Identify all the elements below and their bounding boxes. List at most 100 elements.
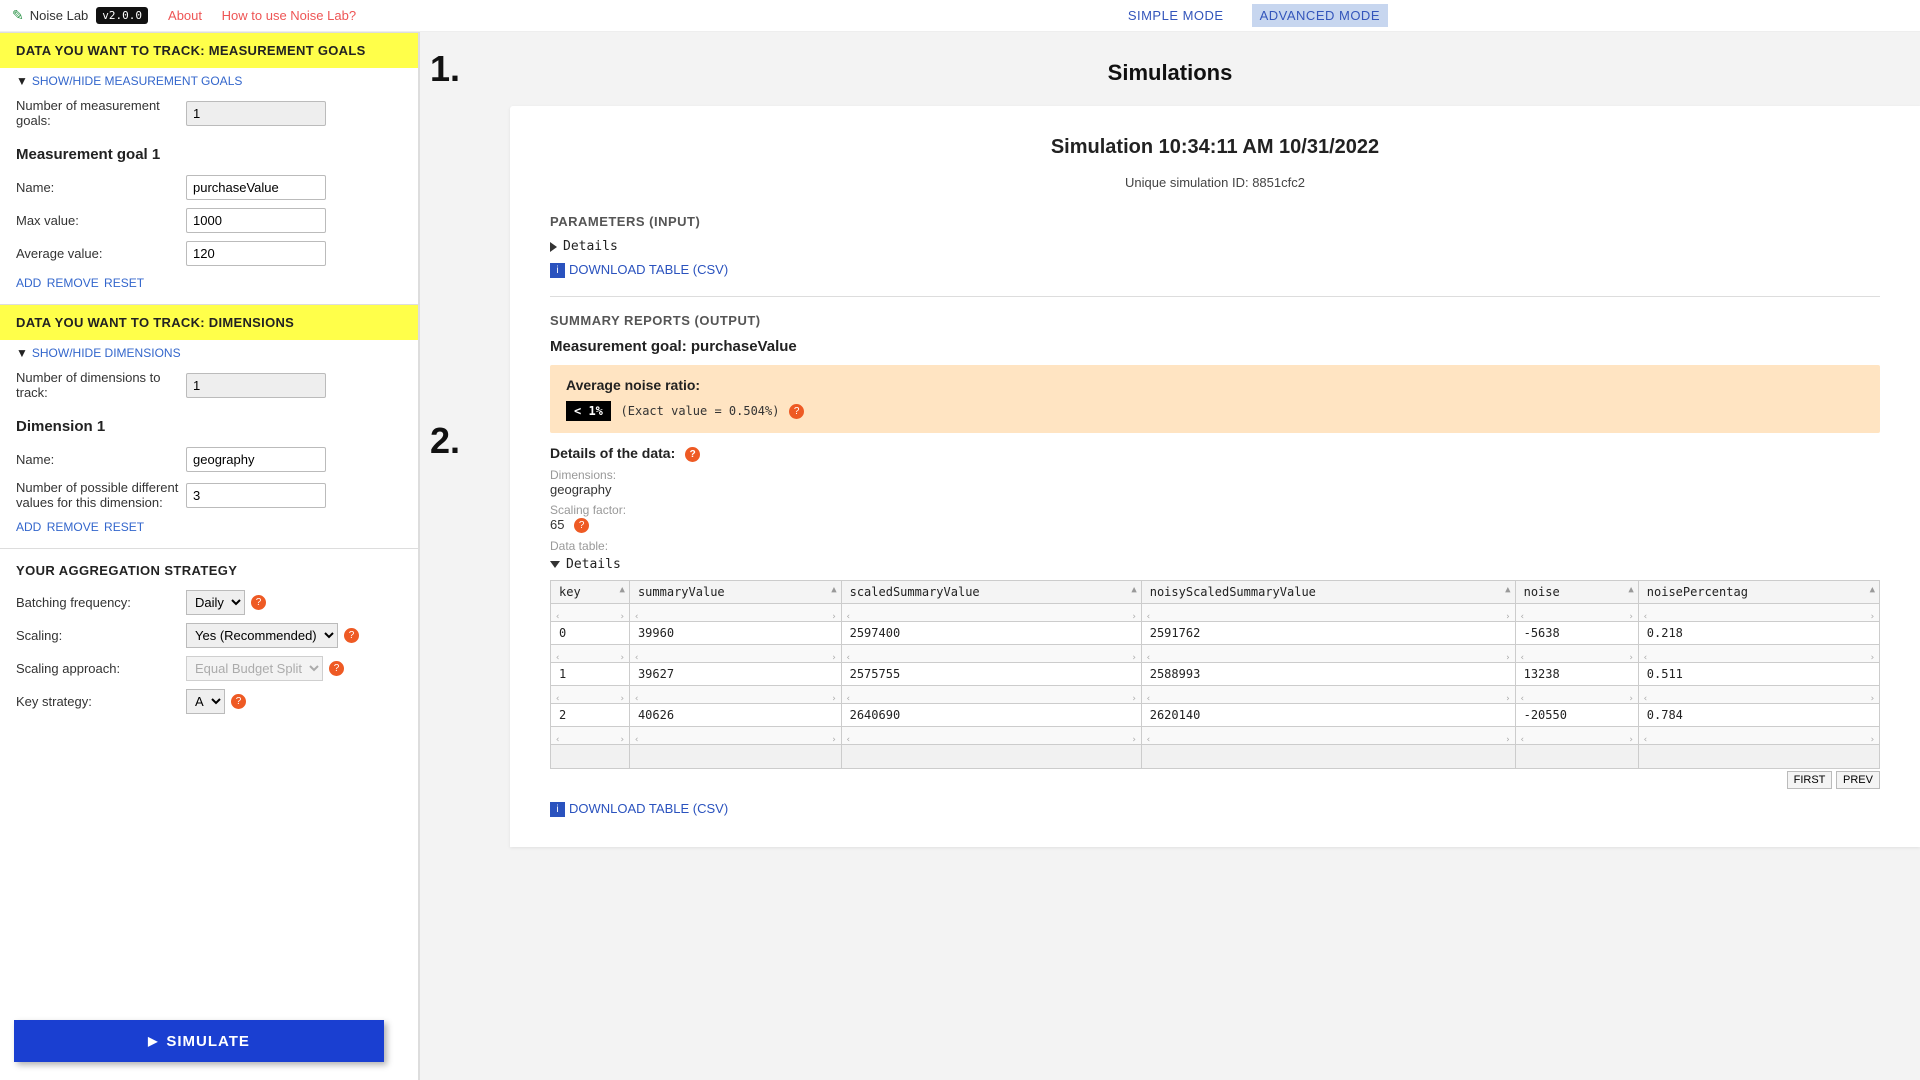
table-pager: FIRST PREV	[550, 771, 1880, 789]
table-cell: 1	[551, 662, 630, 685]
reset-dim-button[interactable]: RESET	[104, 520, 144, 534]
main-content: Simulations Simulation 10:34:11 AM 10/31…	[420, 32, 1920, 1080]
table-row: 03996025974002591762-56380.218	[551, 621, 1880, 644]
column-header[interactable]: noisePercentag▲	[1638, 580, 1879, 603]
simulation-id: Unique simulation ID: 8851cfc2	[550, 175, 1880, 190]
sidebar: DATA YOU WANT TO TRACK: MEASUREMENT GOAL…	[0, 32, 420, 1080]
num-dims-input[interactable]	[186, 373, 326, 398]
scaling-select[interactable]: Yes (Recommended)	[186, 623, 338, 648]
data-table-details-toggle[interactable]: Details	[550, 557, 1880, 572]
simulate-button[interactable]: ▶SIMULATE	[14, 1020, 384, 1062]
table-cell: 2	[551, 703, 630, 726]
simple-mode-tab[interactable]: SIMPLE MODE	[1120, 4, 1232, 27]
table-cell: 0	[551, 621, 630, 644]
table-cell: 0.218	[1638, 621, 1879, 644]
table-filter-row	[551, 644, 1880, 662]
scaling-factor-meta-label: Scaling factor:	[550, 503, 1880, 517]
help-icon[interactable]: ?	[574, 518, 589, 533]
version-badge: v2.0.0	[96, 7, 148, 24]
column-header[interactable]: summaryValue▲	[629, 580, 841, 603]
chevron-down-icon	[550, 561, 560, 568]
goal1-max-input[interactable]	[186, 208, 326, 233]
add-goal-button[interactable]: ADD	[16, 276, 41, 290]
help-icon[interactable]: ?	[344, 628, 359, 643]
scaling-factor-meta-value: 65 ?	[550, 517, 1880, 533]
table-filter-row	[551, 685, 1880, 703]
table-cell: -5638	[1515, 621, 1638, 644]
column-header[interactable]: noise▲	[1515, 580, 1638, 603]
help-icon[interactable]: ?	[789, 404, 804, 419]
key-strategy-select[interactable]: A	[186, 689, 225, 714]
column-header[interactable]: scaledSummaryValue▲	[841, 580, 1141, 603]
table-cell: 2640690	[841, 703, 1141, 726]
app-name: Noise Lab	[30, 8, 89, 23]
parameters-details-toggle[interactable]: Details	[550, 239, 1880, 254]
pencil-icon: ✎	[12, 7, 24, 24]
toggle-dimensions[interactable]: ▼SHOW/HIDE DIMENSIONS	[0, 340, 418, 366]
table-cell: 2575755	[841, 662, 1141, 685]
goal1-max-label: Max value:	[16, 213, 186, 228]
chevron-down-icon: ▼	[16, 346, 28, 360]
table-cell: 0.784	[1638, 703, 1879, 726]
reset-goal-button[interactable]: RESET	[104, 276, 144, 290]
noise-ratio-badge: < 1%	[566, 401, 611, 421]
dim1-numvals-input[interactable]	[186, 483, 326, 508]
noise-ratio-label: Average noise ratio:	[566, 377, 1864, 393]
help-icon[interactable]: ?	[685, 447, 700, 462]
column-header[interactable]: key▲	[551, 580, 630, 603]
table-filter-row	[551, 726, 1880, 744]
table-footer-row	[551, 744, 1880, 768]
goal1-avg-input[interactable]	[186, 241, 326, 266]
dimensions-meta-value: geography	[550, 482, 1880, 497]
table-row: 13962725757552588993132380.511	[551, 662, 1880, 685]
help-icon[interactable]: ?	[251, 595, 266, 610]
batch-label: Batching frequency:	[16, 595, 186, 610]
remove-goal-button[interactable]: REMOVE	[47, 276, 99, 290]
scaling-label: Scaling:	[16, 628, 186, 643]
key-strategy-label: Key strategy:	[16, 694, 186, 709]
goal1-name-label: Name:	[16, 180, 186, 195]
details-of-data-label: Details of the data: ?	[550, 445, 1880, 462]
add-dim-button[interactable]: ADD	[16, 520, 41, 534]
data-table-meta-label: Data table:	[550, 539, 1880, 553]
table-cell: 40626	[629, 703, 841, 726]
advanced-mode-tab[interactable]: ADVANCED MODE	[1252, 4, 1388, 27]
help-icon[interactable]: ?	[329, 661, 344, 676]
table-cell: 2597400	[841, 621, 1141, 644]
parameters-section-title: PARAMETERS (INPUT)	[550, 214, 1880, 229]
column-header[interactable]: noisyScaledSummaryValue▲	[1141, 580, 1515, 603]
table-cell: 39960	[629, 621, 841, 644]
aggregation-strategy-heading: YOUR AGGREGATION STRATEGY	[0, 549, 418, 586]
scaling-approach-select[interactable]: Equal Budget Split	[186, 656, 323, 681]
table-cell: 0.511	[1638, 662, 1879, 685]
table-cell: 13238	[1515, 662, 1638, 685]
simulations-title: Simulations	[420, 32, 1920, 106]
batch-select[interactable]: Daily	[186, 590, 245, 615]
info-icon: i	[550, 802, 565, 817]
remove-dim-button[interactable]: REMOVE	[47, 520, 99, 534]
download-data-csv-link[interactable]: DOWNLOAD TABLE (CSV)	[569, 801, 728, 816]
topbar: ✎ Noise Lab v2.0.0 About How to use Nois…	[0, 0, 1920, 32]
dim1-numvals-label: Number of possible different values for …	[16, 480, 186, 510]
pager-prev-button[interactable]: PREV	[1836, 771, 1880, 789]
goal1-avg-label: Average value:	[16, 246, 186, 261]
toggle-measurement-goals[interactable]: ▼SHOW/HIDE MEASUREMENT GOALS	[0, 68, 418, 94]
download-params-csv-link[interactable]: DOWNLOAD TABLE (CSV)	[569, 262, 728, 277]
annotation-1: 1.	[430, 48, 460, 90]
info-icon: i	[550, 263, 565, 278]
dim1-name-label: Name:	[16, 452, 186, 467]
simulation-card: Simulation 10:34:11 AM 10/31/2022 Unique…	[510, 106, 1920, 847]
measurement-goal-title: Measurement goal: purchaseValue	[550, 338, 1880, 355]
help-icon[interactable]: ?	[231, 694, 246, 709]
section-header-measurement-goals: DATA YOU WANT TO TRACK: MEASUREMENT GOAL…	[0, 32, 418, 68]
table-cell: 2588993	[1141, 662, 1515, 685]
howto-link[interactable]: How to use Noise Lab?	[222, 8, 356, 23]
goal1-name-input[interactable]	[186, 175, 326, 200]
chevron-right-icon	[550, 242, 557, 252]
num-goals-input[interactable]	[186, 101, 326, 126]
section-header-dimensions: DATA YOU WANT TO TRACK: DIMENSIONS	[0, 304, 418, 340]
about-link[interactable]: About	[168, 8, 202, 23]
simulation-heading: Simulation 10:34:11 AM 10/31/2022	[550, 136, 1880, 159]
dim1-name-input[interactable]	[186, 447, 326, 472]
pager-first-button[interactable]: FIRST	[1787, 771, 1833, 789]
